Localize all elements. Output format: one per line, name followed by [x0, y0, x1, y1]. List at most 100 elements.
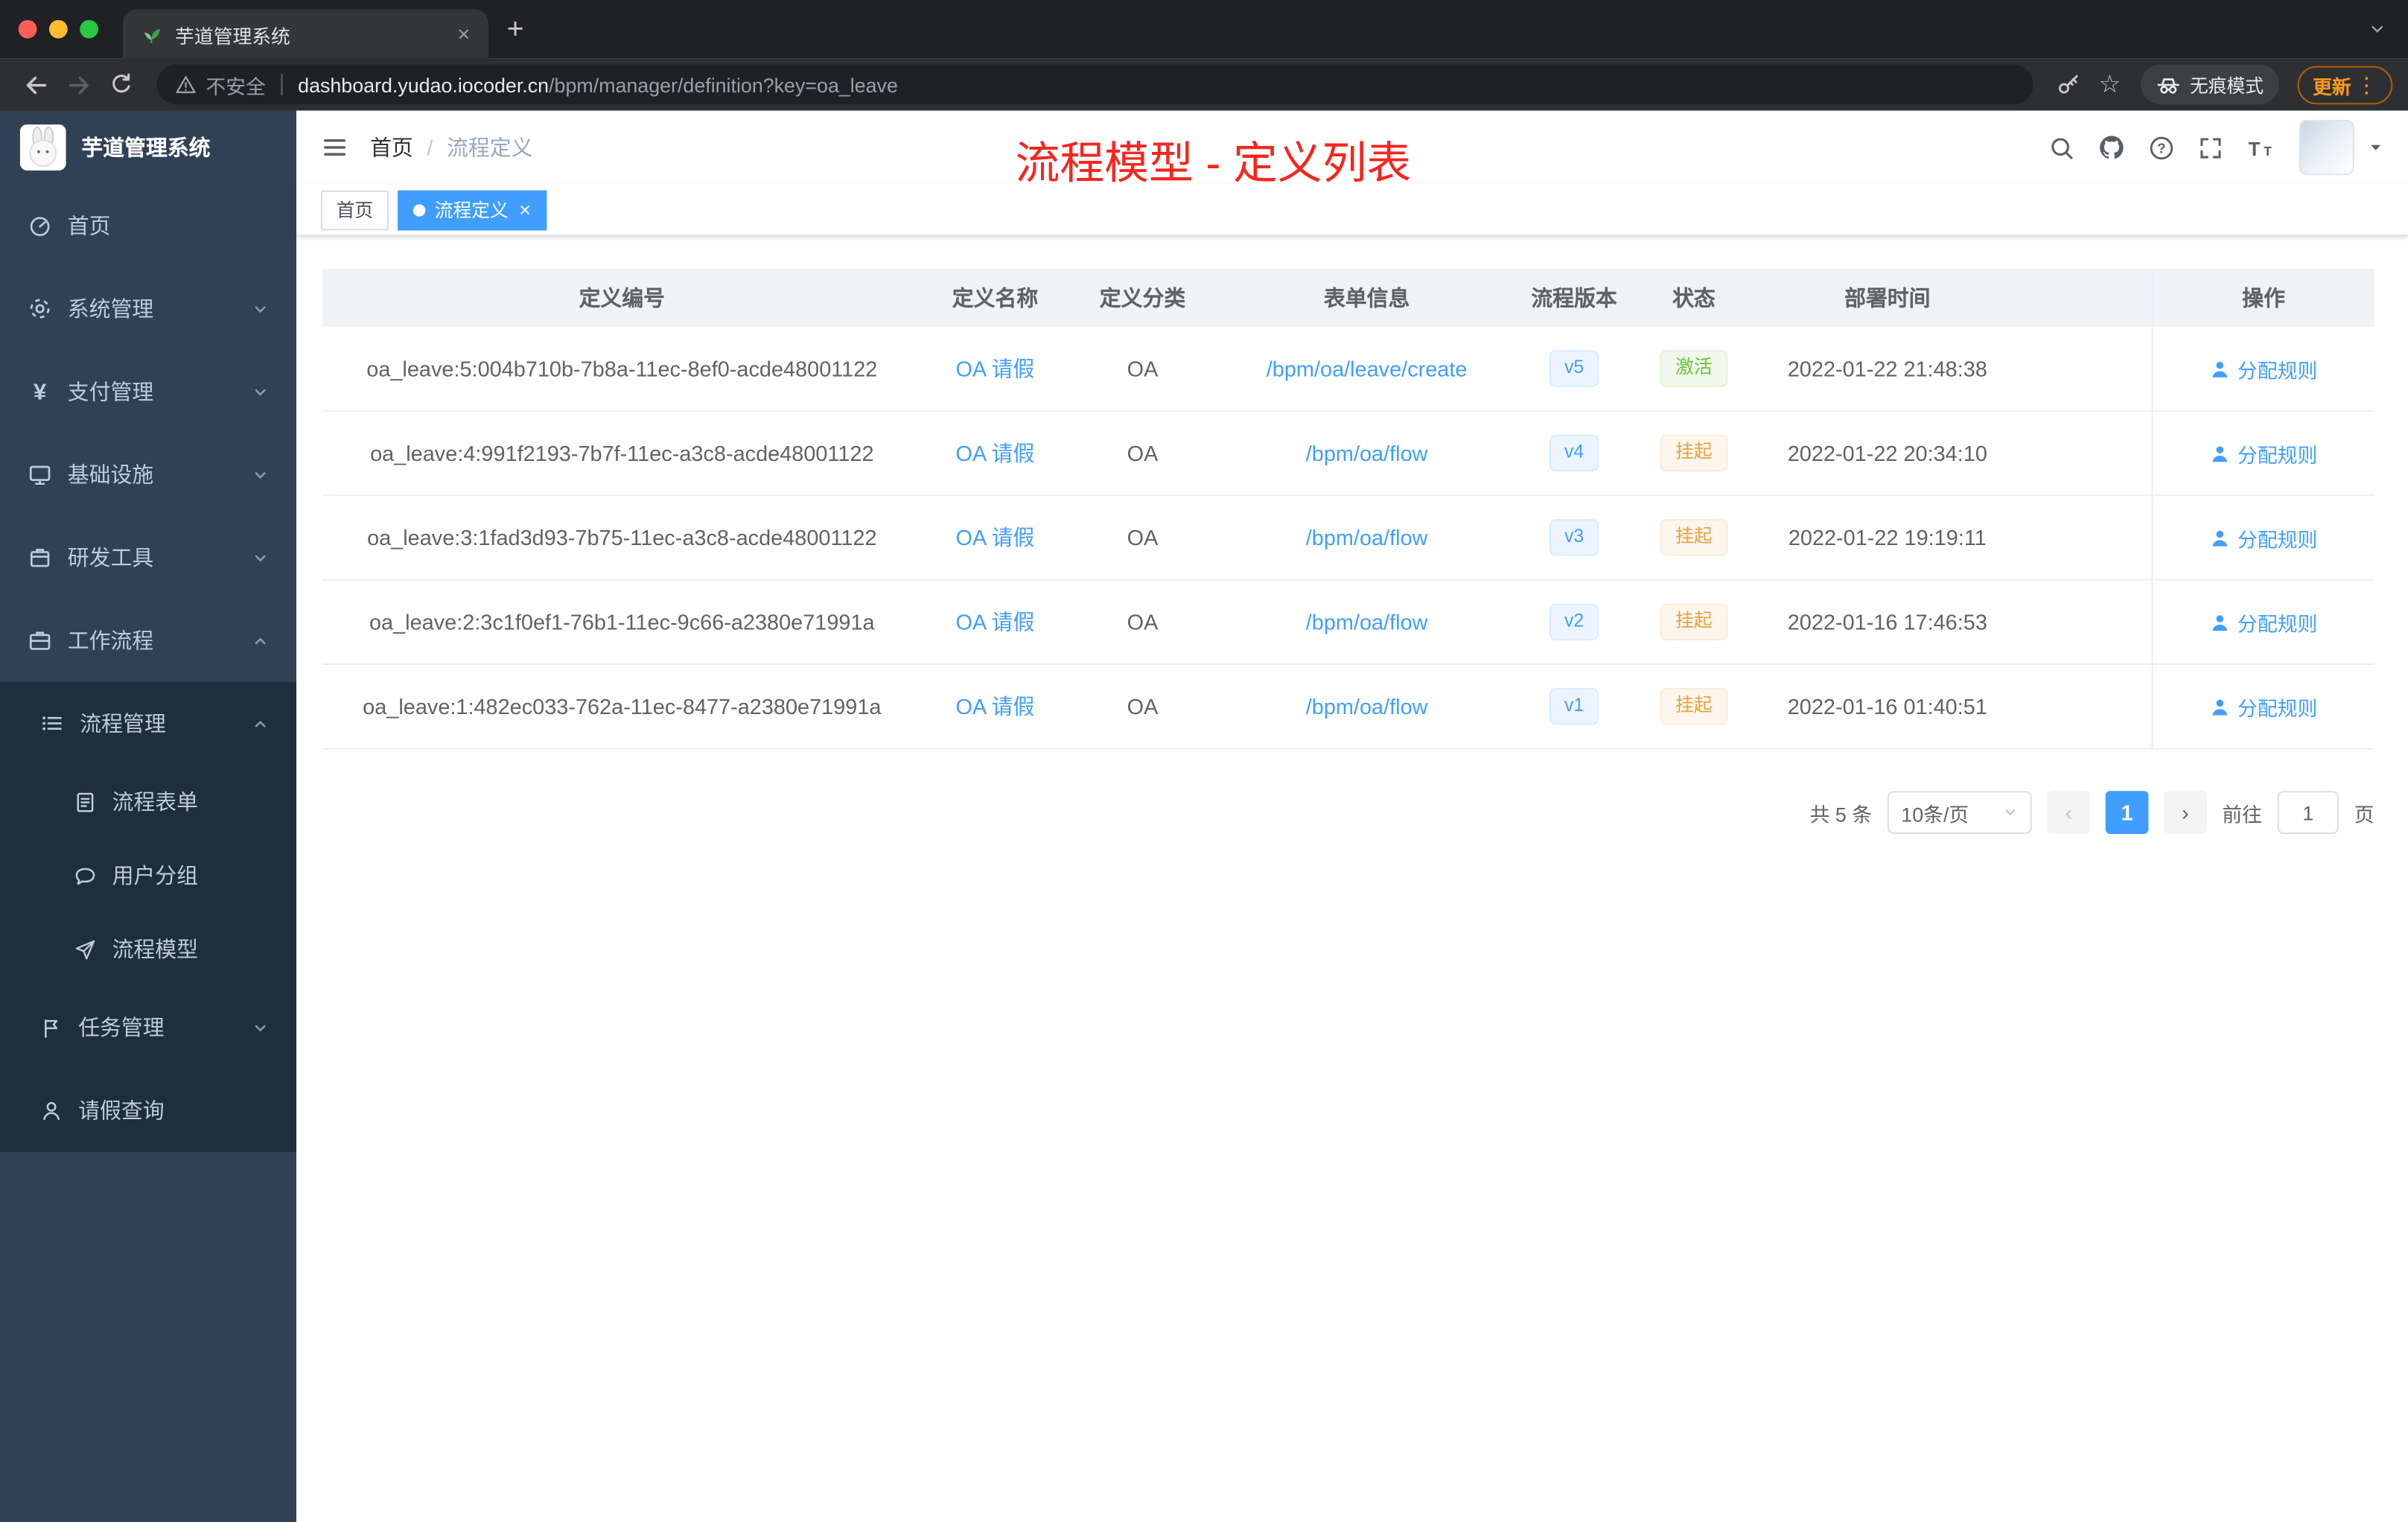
assign-rule-button[interactable]: 分配规则 — [2210, 523, 2317, 552]
security-warning-icon[interactable] — [175, 74, 197, 95]
sidebar-item-payment[interactable]: ¥ 支付管理 — [0, 350, 296, 433]
logo-avatar — [19, 124, 66, 171]
page-size-select[interactable]: 10条/页 — [1887, 791, 2032, 834]
cell-form-info: /bpm/oa/flow — [1217, 441, 1517, 465]
breadcrumb-current: 流程定义 — [446, 135, 533, 160]
sidebar-item-task-mgmt[interactable]: 任务管理 — [0, 986, 296, 1069]
breadcrumb: 首页 / 流程定义 — [370, 132, 532, 162]
sidebar-item-home[interactable]: 首页 — [0, 185, 296, 267]
cell-category: OA — [1069, 694, 1217, 719]
definition-name-link[interactable]: OA 请假 — [956, 438, 1035, 468]
sidebar-item-user-group[interactable]: 用户分组 — [0, 838, 296, 912]
table-body: oa_leave:5:004b710b-7b8a-11ec-8ef0-acde4… — [322, 327, 2374, 750]
assign-rule-button[interactable]: 分配规则 — [2210, 692, 2317, 721]
sidebar-item-devtools[interactable]: 研发工具 — [0, 516, 296, 599]
avatar[interactable] — [2299, 119, 2354, 176]
svg-text:T: T — [2249, 137, 2261, 159]
definition-id-text: oa_leave:5:004b710b-7b8a-11ec-8ef0-acde4… — [366, 356, 878, 381]
tab-search-chevron-icon[interactable] — [2368, 20, 2386, 39]
cell-definition-name: OA 请假 — [922, 353, 1069, 383]
fullscreen-icon[interactable] — [2197, 134, 2223, 160]
cell-actions: 分配规则 — [2153, 608, 2374, 637]
chevron-down-icon — [252, 549, 269, 566]
sidebar-item-label: 流程管理 — [80, 710, 166, 736]
cell-actions: 分配规则 — [2153, 523, 2374, 552]
sidebar-item-infra[interactable]: 基础设施 — [0, 433, 296, 516]
sidebar-item-leave-query[interactable]: 请假查询 — [0, 1069, 296, 1152]
browser-update-button[interactable]: 更新 ⋮ — [2297, 65, 2393, 104]
sidebar-item-label: 基础设施 — [67, 462, 154, 487]
back-icon[interactable] — [16, 65, 56, 105]
form-link[interactable]: /bpm/oa/flow — [1306, 694, 1428, 719]
form-link[interactable]: /bpm/oa/flow — [1306, 610, 1428, 634]
goto-page-input[interactable] — [2277, 791, 2339, 834]
sidebar-toggle-icon[interactable] — [321, 133, 348, 161]
forward-icon[interactable] — [58, 65, 98, 105]
assign-rule-button[interactable]: 分配规则 — [2210, 608, 2317, 637]
tag-home[interactable]: 首页 — [321, 189, 389, 230]
cell-status: 挂起 — [1631, 435, 1756, 471]
definition-name-link[interactable]: OA 请假 — [956, 607, 1035, 637]
svg-text:T: T — [2264, 143, 2272, 158]
table-row: oa_leave:3:1fad3d93-7b75-11ec-a3c8-acde4… — [322, 496, 2374, 581]
form-link[interactable]: /bpm/oa/flow — [1306, 441, 1428, 465]
sidebar-item-workflow[interactable]: 工作流程 — [0, 599, 296, 681]
bookmark-star-icon[interactable]: ☆ — [2099, 69, 2121, 100]
prev-page-button[interactable]: ‹ — [2047, 791, 2090, 834]
github-icon[interactable] — [2098, 133, 2125, 161]
tab-favicon-icon — [141, 23, 163, 45]
minimize-window-button[interactable] — [49, 19, 68, 39]
tab-close-icon[interactable]: × — [451, 22, 476, 46]
browser-tab[interactable]: 芋道管理系统 × — [123, 9, 488, 59]
sidebar-logo[interactable]: 芋道管理系统 — [0, 111, 296, 185]
browser-menu-icon[interactable]: ⋮ — [2356, 71, 2377, 98]
form-link[interactable]: /bpm/oa/leave/create — [1267, 357, 1468, 381]
user-icon — [2210, 527, 2230, 547]
close-window-button[interactable] — [18, 19, 37, 39]
sidebar-item-system[interactable]: 系统管理 — [0, 267, 296, 350]
sidebar-item-label: 工作流程 — [67, 628, 154, 653]
deploy-time-text: 2022-01-16 17:46:53 — [1787, 609, 1987, 634]
assign-rule-button[interactable]: 分配规则 — [2210, 354, 2317, 383]
url-path: /bpm/manager/definition?key=oa_leave — [549, 72, 898, 96]
status-badge: 挂起 — [1660, 603, 1728, 640]
zoom-window-button[interactable] — [80, 19, 98, 39]
deploy-time-text: 2022-01-22 21:48:38 — [1787, 356, 1987, 381]
cell-actions: 分配规则 — [2153, 439, 2374, 468]
active-tag-dot — [413, 203, 426, 216]
cell-deploy-time: 2022-01-16 01:40:51 — [1757, 694, 2153, 719]
sidebar-item-process-model[interactable]: 流程模型 — [0, 912, 296, 986]
cell-category: OA — [1069, 441, 1217, 465]
goto-label: 前往 — [2222, 802, 2263, 826]
cell-deploy-time: 2022-01-22 21:48:38 — [1757, 357, 2153, 381]
definition-name-link[interactable]: OA 请假 — [956, 353, 1035, 383]
reload-icon[interactable] — [101, 65, 141, 105]
help-icon[interactable]: ? — [2148, 134, 2174, 160]
sidebar-item-process-form[interactable]: 流程表单 — [0, 765, 296, 838]
column-header-version: 流程版本 — [1531, 285, 1617, 311]
cell-deploy-time: 2022-01-22 20:34:10 — [1757, 441, 2153, 465]
cell-version: v5 — [1517, 350, 1631, 387]
svg-text:?: ? — [2157, 140, 2165, 156]
page-number-1[interactable]: 1 — [2105, 791, 2149, 834]
table-row: oa_leave:5:004b710b-7b8a-11ec-8ef0-acde4… — [322, 327, 2374, 412]
assign-rule-button[interactable]: 分配规则 — [2210, 439, 2317, 468]
next-page-button[interactable]: › — [2163, 791, 2207, 834]
search-icon[interactable] — [2048, 134, 2074, 160]
navbar-actions: ? TT — [2048, 119, 2383, 176]
tab-title: 芋道管理系统 — [175, 25, 290, 47]
tag-label: 首页 — [336, 200, 374, 221]
definition-name-link[interactable]: OA 请假 — [956, 522, 1035, 553]
definition-name-link[interactable]: OA 请假 — [956, 691, 1035, 722]
sidebar-item-process-mgmt[interactable]: 流程管理 — [0, 682, 296, 765]
avatar-caret-down-icon[interactable] — [2368, 140, 2383, 156]
new-tab-button[interactable]: + — [507, 15, 524, 44]
breadcrumb-home[interactable]: 首页 — [370, 132, 413, 162]
font-size-icon[interactable]: TT — [2246, 134, 2275, 160]
form-link[interactable]: /bpm/oa/flow — [1306, 525, 1428, 550]
status-badge: 激活 — [1660, 350, 1728, 387]
address-bar[interactable]: 不安全 dashboard.yudao.iocoder.cn/bpm/manag… — [156, 64, 2033, 105]
tag-process-definition[interactable]: 流程定义 × — [398, 189, 547, 230]
tag-close-icon[interactable]: × — [519, 200, 531, 220]
password-key-icon[interactable] — [2056, 72, 2080, 97]
